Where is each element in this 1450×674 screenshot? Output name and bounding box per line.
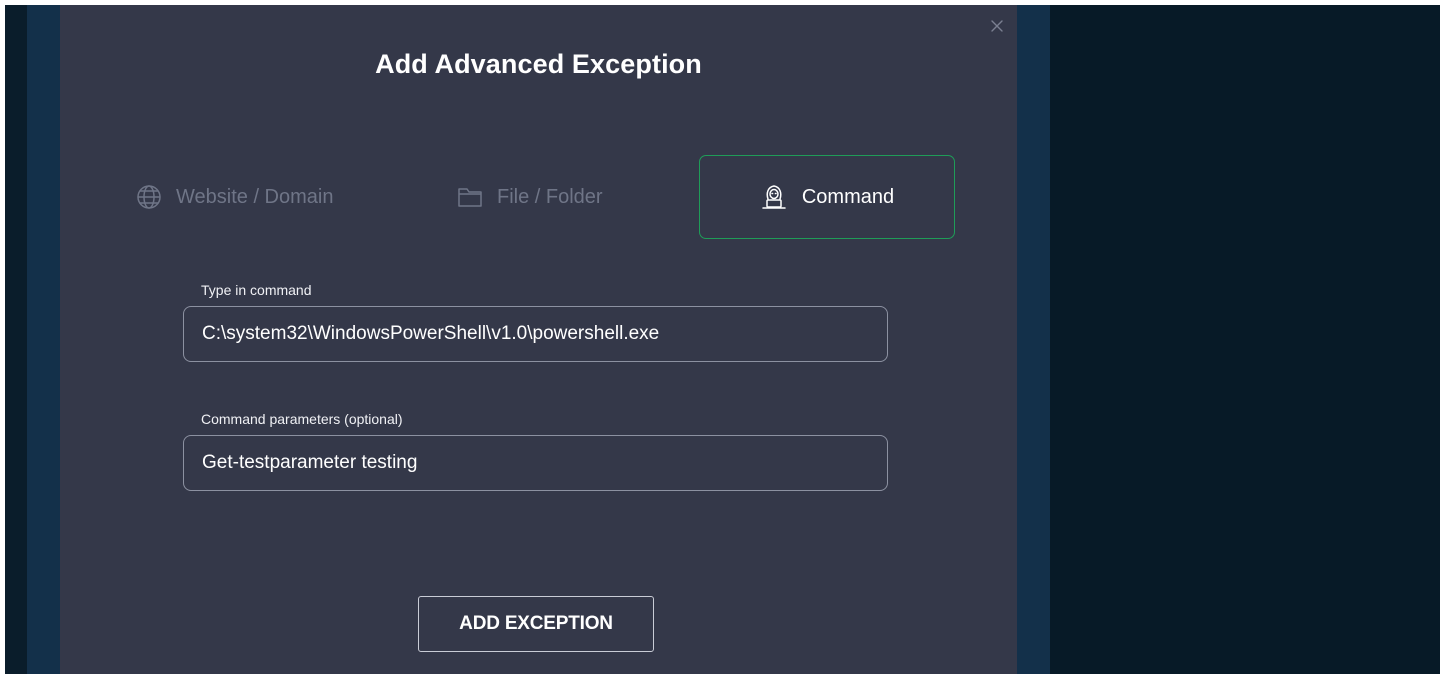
tab-label: Command bbox=[801, 185, 895, 208]
hacker-icon bbox=[760, 183, 788, 211]
tab-file-folder[interactable]: File / Folder bbox=[453, 155, 683, 239]
command-parameters-input[interactable] bbox=[183, 435, 888, 491]
command-field-label: Type in command bbox=[201, 282, 312, 298]
tab-website-domain[interactable]: Website / Domain bbox=[132, 155, 382, 239]
folder-icon bbox=[457, 185, 483, 209]
add-exception-button[interactable]: ADD EXCEPTION bbox=[418, 596, 654, 652]
tab-label: Website / Domain bbox=[176, 185, 334, 208]
tab-label: File / Folder bbox=[497, 185, 603, 208]
dialog-title: Add Advanced Exception bbox=[375, 49, 702, 79]
params-field-label: Command parameters (optional) bbox=[201, 411, 403, 427]
close-icon bbox=[991, 20, 1003, 32]
tab-command[interactable]: Command bbox=[699, 155, 955, 239]
globe-icon bbox=[136, 184, 162, 210]
command-input[interactable] bbox=[183, 306, 888, 362]
app-backdrop: Add Advanced Exception Website / Domain … bbox=[5, 5, 1440, 674]
close-button[interactable] bbox=[986, 15, 1008, 37]
add-exception-dialog: Add Advanced Exception Website / Domain … bbox=[60, 5, 1017, 674]
backdrop-edge bbox=[5, 5, 27, 674]
